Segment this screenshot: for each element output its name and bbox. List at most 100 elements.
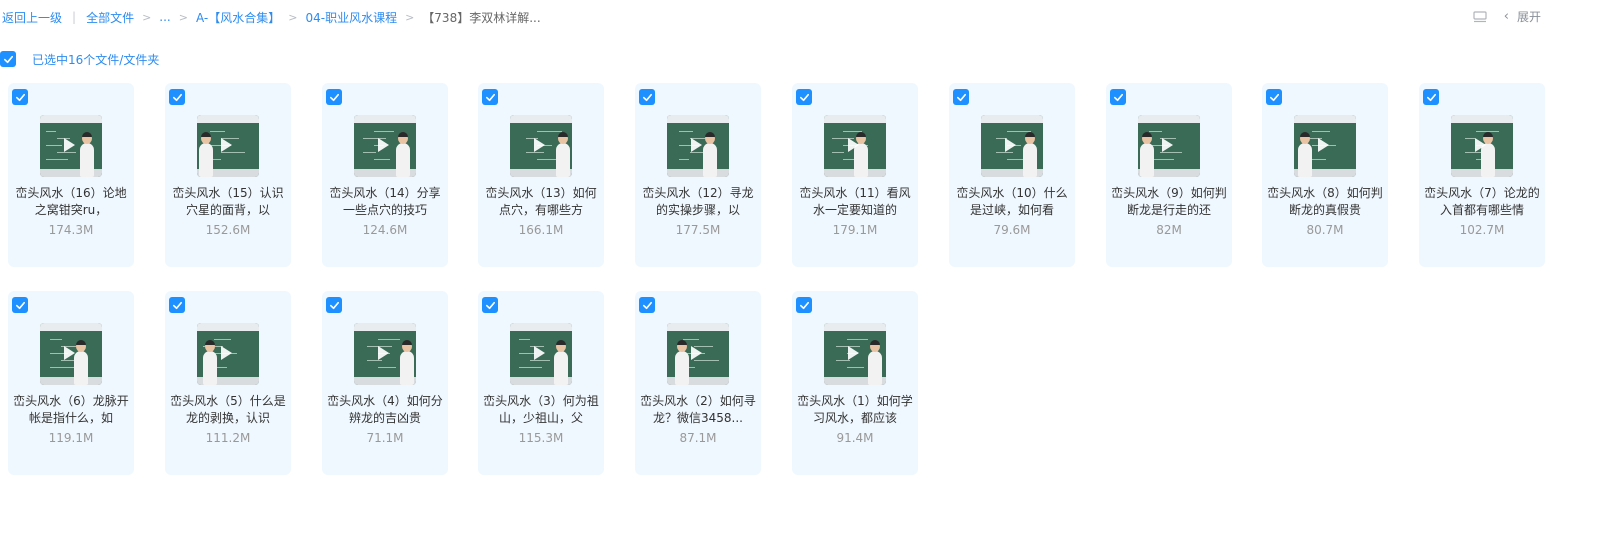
- check-icon: [3, 55, 13, 63]
- file-name[interactable]: 峦头风水（16）论地之窝钳突ru，: [12, 185, 130, 219]
- file-checkbox[interactable]: [326, 89, 342, 105]
- file-name[interactable]: 峦头风水（7）论龙的入首都有哪些情: [1423, 185, 1541, 219]
- file-card[interactable]: 峦头风水（16）论地之窝钳突ru， 174.3M: [8, 83, 134, 267]
- file-card[interactable]: 峦头风水（11）看风水一定要知道的 179.1M: [792, 83, 918, 267]
- file-name[interactable]: 峦头风水（2）如何寻龙？微信3458...: [639, 393, 757, 427]
- expand-button[interactable]: 展开: [1517, 8, 1541, 25]
- file-name[interactable]: 峦头风水（13）如何点穴，有哪些方: [482, 185, 600, 219]
- file-card[interactable]: 峦头风水（8）如何判断龙的真假贵 80.7M: [1262, 83, 1388, 267]
- check-icon: [956, 93, 966, 101]
- file-checkbox[interactable]: [482, 89, 498, 105]
- file-size: 124.6M: [362, 223, 408, 237]
- file-checkbox[interactable]: [796, 297, 812, 313]
- play-icon: [221, 138, 232, 152]
- file-card[interactable]: 峦头风水（14）分享一些点穴的技巧 124.6M: [322, 83, 448, 267]
- file-card[interactable]: 峦头风水（6）龙脉开帐是指什么，如 119.1M: [8, 291, 134, 475]
- file-checkbox[interactable]: [12, 297, 28, 313]
- file-size: 79.6M: [993, 223, 1031, 237]
- file-size: 80.7M: [1306, 223, 1344, 237]
- check-icon: [1269, 93, 1279, 101]
- file-checkbox[interactable]: [796, 89, 812, 105]
- video-thumbnail: [197, 115, 259, 177]
- file-name[interactable]: 峦头风水（1）如何学习风水，都应该: [796, 393, 914, 427]
- file-checkbox[interactable]: [1423, 89, 1439, 105]
- file-card[interactable]: 峦头风水（1）如何学习风水，都应该 91.4M: [792, 291, 918, 475]
- breadcrumb-ellipsis[interactable]: ...: [159, 10, 170, 24]
- file-checkbox[interactable]: [639, 89, 655, 105]
- video-thumbnail: [354, 323, 416, 385]
- file-card[interactable]: 峦头风水（12）寻龙的实操步骤，以 177.5M: [635, 83, 761, 267]
- file-checkbox[interactable]: [326, 297, 342, 313]
- chevron-left-icon[interactable]: ‹: [1504, 9, 1509, 24]
- file-card[interactable]: 峦头风水（9）如何判断龙是行走的还 82M: [1106, 83, 1232, 267]
- play-icon: [1318, 138, 1329, 152]
- file-name[interactable]: 峦头风水（4）如何分辨龙的吉凶贵: [326, 393, 444, 427]
- file-name[interactable]: 峦头风水（11）看风水一定要知道的: [796, 185, 914, 219]
- file-card[interactable]: 峦头风水（5）什么是龙的剥换，认识 111.2M: [165, 291, 291, 475]
- file-checkbox[interactable]: [639, 297, 655, 313]
- play-icon: [534, 138, 545, 152]
- file-card[interactable]: 峦头风水（13）如何点穴，有哪些方 166.1M: [478, 83, 604, 267]
- file-checkbox[interactable]: [953, 89, 969, 105]
- file-name[interactable]: 峦头风水（3）何为祖山，少祖山，父: [482, 393, 600, 427]
- presenter: [199, 132, 213, 177]
- file-size: 152.6M: [205, 223, 251, 237]
- file-name[interactable]: 峦头风水（12）寻龙的实操步骤，以: [639, 185, 757, 219]
- breadcrumb-career-course[interactable]: 04-职业风水课程: [305, 9, 397, 26]
- file-checkbox[interactable]: [169, 297, 185, 313]
- file-size: 71.1M: [366, 431, 404, 445]
- file-checkbox[interactable]: [12, 89, 28, 105]
- file-name[interactable]: 峦头风水（6）龙脉开帐是指什么，如: [12, 393, 130, 427]
- file-name[interactable]: 峦头风水（14）分享一些点穴的技巧: [326, 185, 444, 219]
- file-name[interactable]: 峦头风水（15）认识穴星的面背，以: [169, 185, 287, 219]
- file-checkbox[interactable]: [1110, 89, 1126, 105]
- file-size: 174.3M: [48, 223, 94, 237]
- play-icon: [378, 346, 389, 360]
- presenter: [554, 340, 568, 385]
- file-size: 115.3M: [518, 431, 564, 445]
- file-name[interactable]: 峦头风水（8）如何判断龙的真假贵: [1266, 185, 1384, 219]
- file-name[interactable]: 峦头风水（5）什么是龙的剥换，认识: [169, 393, 287, 427]
- presenter: [1140, 132, 1154, 177]
- file-name[interactable]: 峦头风水（9）如何判断龙是行走的还: [1110, 185, 1228, 219]
- file-checkbox[interactable]: [482, 297, 498, 313]
- file-name[interactable]: 峦头风水（10）什么是过峡，如何看: [953, 185, 1071, 219]
- breadcrumb-separator-icon: >: [142, 10, 152, 24]
- file-size: 179.1M: [832, 223, 878, 237]
- file-card[interactable]: 峦头风水（10）什么是过峡，如何看 79.6M: [949, 83, 1075, 267]
- video-thumbnail: [1138, 115, 1200, 177]
- video-thumbnail: [510, 115, 572, 177]
- play-icon: [691, 346, 702, 360]
- file-size: 119.1M: [48, 431, 94, 445]
- video-thumbnail: [824, 115, 886, 177]
- presenter: [556, 132, 570, 177]
- breadcrumb-divider: |: [72, 10, 77, 24]
- play-icon: [64, 346, 75, 360]
- presenter: [703, 132, 717, 177]
- presenter: [675, 340, 689, 385]
- file-size: 166.1M: [518, 223, 564, 237]
- file-card[interactable]: 峦头风水（15）认识穴星的面背，以 152.6M: [165, 83, 291, 267]
- presenter: [80, 132, 94, 177]
- file-size: 82M: [1156, 223, 1182, 237]
- back-link[interactable]: 返回上一级: [2, 9, 62, 26]
- list-view-icon[interactable]: [1472, 9, 1488, 25]
- breadcrumb-all-files[interactable]: 全部文件: [86, 9, 134, 26]
- check-icon: [642, 93, 652, 101]
- check-icon: [799, 301, 809, 309]
- file-card[interactable]: 峦头风水（7）论龙的入首都有哪些情 102.7M: [1419, 83, 1545, 267]
- select-all-checkbox[interactable]: [0, 51, 16, 67]
- file-checkbox[interactable]: [169, 89, 185, 105]
- presenter: [74, 340, 88, 385]
- file-card[interactable]: 峦头风水（2）如何寻龙？微信3458... 87.1M: [635, 291, 761, 475]
- presenter: [868, 340, 882, 385]
- video-thumbnail: [981, 115, 1043, 177]
- file-card[interactable]: 峦头风水（4）如何分辨龙的吉凶贵 71.1M: [322, 291, 448, 475]
- play-icon: [64, 138, 75, 152]
- file-checkbox[interactable]: [1266, 89, 1282, 105]
- presenter: [1298, 132, 1312, 177]
- file-size: 91.4M: [836, 431, 874, 445]
- file-card[interactable]: 峦头风水（3）何为祖山，少祖山，父 115.3M: [478, 291, 604, 475]
- breadcrumb-fengshui-collection[interactable]: A-【风水合集】: [196, 9, 280, 26]
- check-icon: [485, 93, 495, 101]
